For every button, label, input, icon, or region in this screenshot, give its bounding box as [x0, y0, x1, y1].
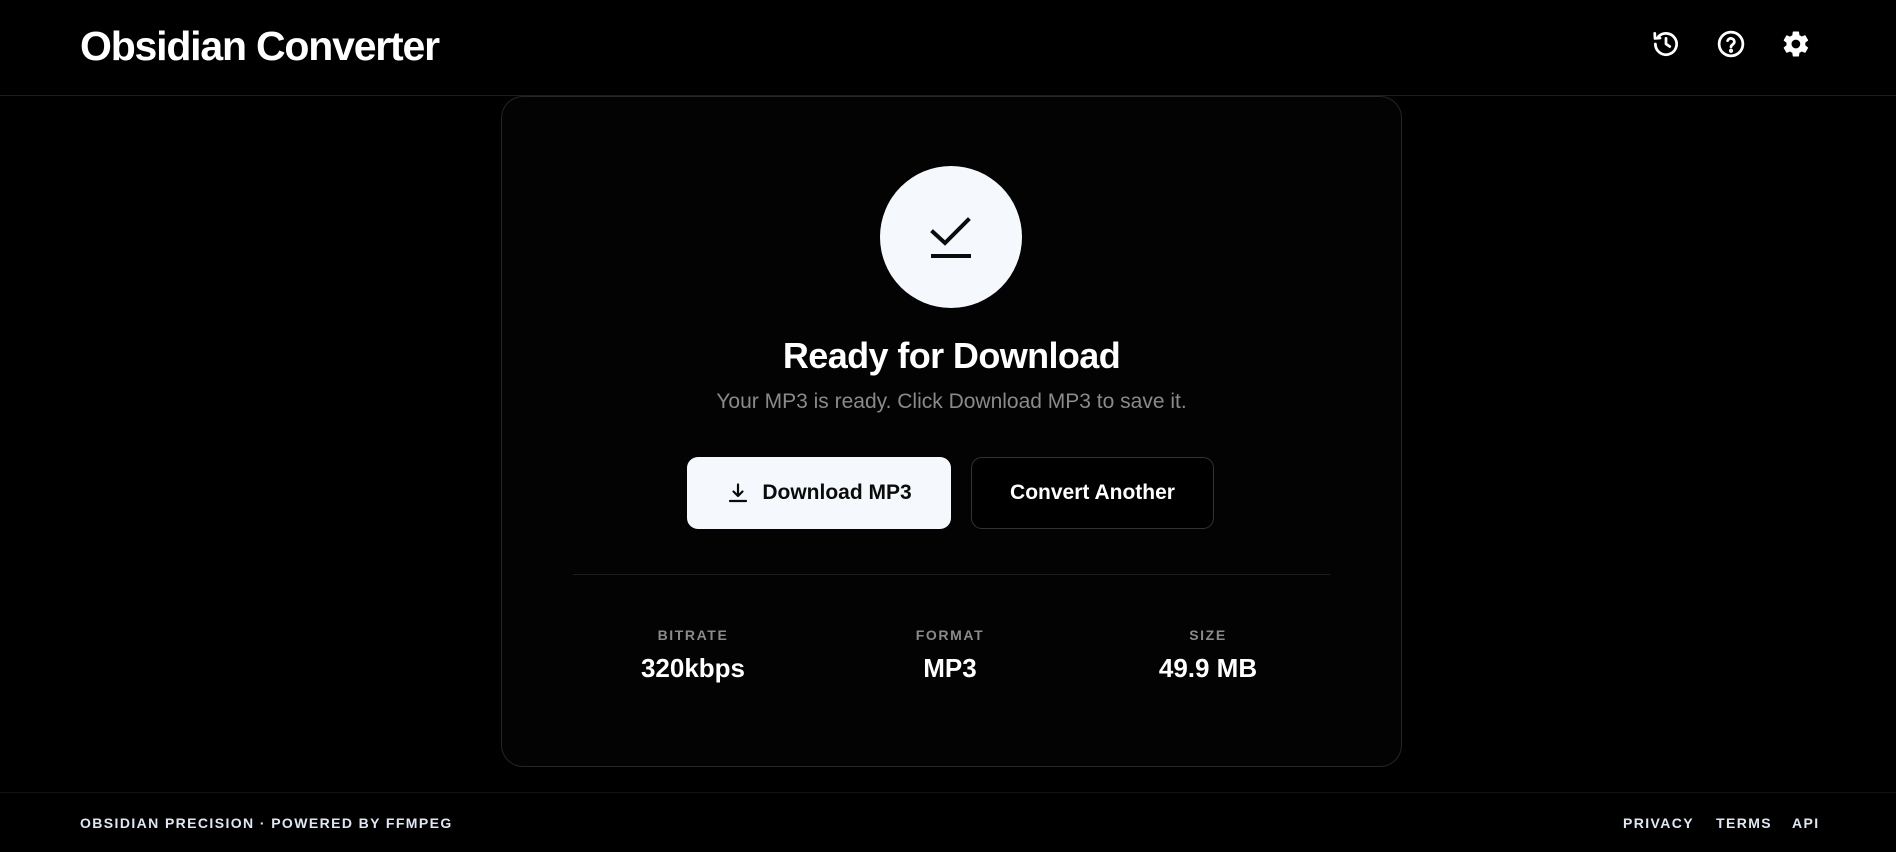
stat-value: 320kbps: [640, 653, 746, 683]
convert-another-label: Convert Another: [1010, 481, 1175, 504]
stat-size: SIZE 49.9 MB: [1098, 626, 1318, 684]
stat-label: BITRATE: [657, 627, 729, 643]
app-footer: OBSIDIAN PRECISION · POWERED BY FFMPEG P…: [0, 792, 1896, 852]
stat-label: SIZE: [1189, 627, 1227, 643]
download-icon: [729, 483, 748, 503]
history-icon[interactable]: [1651, 29, 1681, 59]
download-mp3-label: Download MP3: [762, 481, 912, 504]
download-done-icon: [880, 166, 1022, 308]
stat-value: 49.9 MB: [1158, 653, 1258, 683]
stat-bitrate: BITRATE 320kbps: [583, 626, 803, 684]
app-title[interactable]: Obsidian Converter: [80, 22, 440, 70]
app-header: Obsidian Converter: [0, 0, 1896, 96]
footer-tagline: OBSIDIAN PRECISION · POWERED BY FFMPEG: [80, 815, 453, 831]
status-subtitle: Your MP3 is ready. Click Download MP3 to…: [716, 390, 1187, 413]
divider: [573, 574, 1330, 575]
help-icon[interactable]: [1716, 29, 1746, 59]
stat-label: FORMAT: [915, 627, 985, 643]
status-title: Ready for Download: [782, 335, 1121, 376]
convert-another-button[interactable]: Convert Another: [971, 457, 1214, 529]
footer-link-terms[interactable]: TERMS: [1716, 815, 1772, 831]
stat-value: MP3: [923, 653, 977, 683]
footer-link-privacy[interactable]: PRIVACY: [1623, 815, 1694, 831]
download-mp3-button[interactable]: Download MP3: [687, 457, 951, 529]
footer-link-api[interactable]: API: [1792, 815, 1820, 831]
settings-icon[interactable]: [1781, 29, 1811, 59]
stat-format: FORMAT MP3: [840, 626, 1060, 684]
